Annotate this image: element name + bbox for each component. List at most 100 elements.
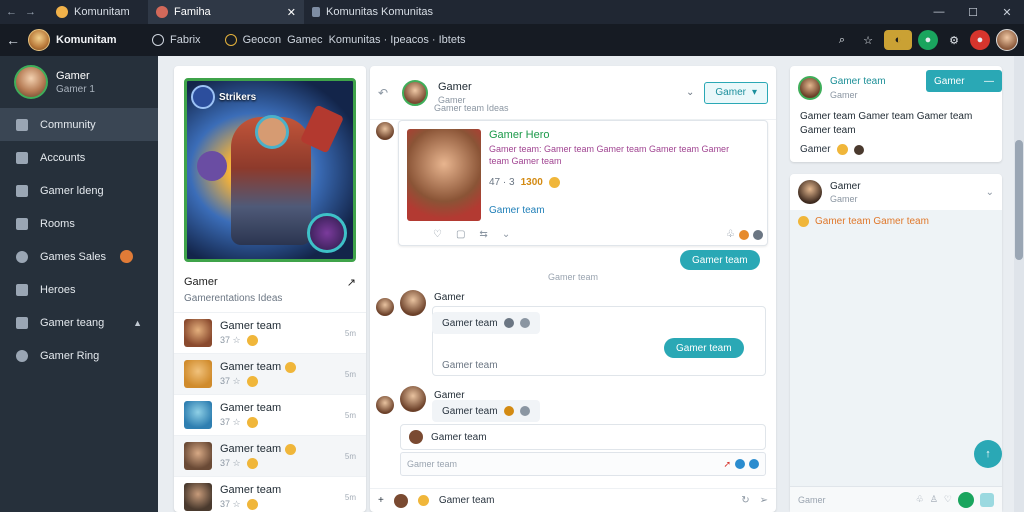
tab-famiha[interactable]: Famiha ✕	[148, 0, 304, 24]
camera-icon[interactable]	[980, 492, 994, 507]
scroll-up-button[interactable]: ↑	[974, 440, 1002, 468]
tab-komunitas[interactable]: Komunitas Komunitas	[304, 0, 474, 24]
sidebar-item-heroes[interactable]: Heroes	[0, 273, 158, 306]
toolbar-back-icon[interactable]: ←	[6, 32, 28, 48]
send-icon[interactable]: ➚	[723, 459, 731, 470]
sidebar-item-gamer[interactable]: Gamer teang ▲	[0, 306, 158, 339]
red-icon[interactable]: ●	[970, 30, 990, 50]
list-item-name: Gamer team	[220, 484, 282, 496]
reply-pill[interactable]: Gamer team	[664, 338, 744, 358]
sidebar-item-games[interactable]: Games Sales	[0, 240, 158, 273]
panel-subtitle: Gamerentations Ideas	[184, 293, 283, 304]
refresh-icon[interactable]: ↻	[741, 495, 749, 506]
comment-icon[interactable]: ▢	[456, 229, 465, 240]
tab-komunitam[interactable]: Komunitam	[48, 0, 148, 24]
avatar	[853, 144, 864, 155]
hero-image[interactable]: Strikers	[184, 78, 356, 262]
minimize-button[interactable]: —	[922, 6, 956, 18]
brand[interactable]: Komunitam	[28, 29, 152, 51]
thumbnail	[184, 442, 212, 470]
emblem-icon	[307, 213, 347, 253]
avatar[interactable]	[996, 29, 1018, 51]
reaction-icon[interactable]: ♧	[726, 229, 735, 240]
tab-close-icon[interactable]: ✕	[287, 6, 296, 19]
green-icon[interactable]: ●	[918, 30, 938, 50]
sidebar-item-rooms[interactable]: Rooms	[0, 207, 158, 240]
scrollbar-track[interactable]	[1014, 56, 1024, 512]
sticker-icon[interactable]: ◐	[884, 30, 912, 50]
chevron-down-icon: ▾	[751, 87, 757, 98]
chat-avatar[interactable]	[402, 79, 428, 106]
chat-header-button[interactable]: Gamer ▾	[704, 81, 768, 104]
list-item[interactable]: Gamer team 37 ☆ 5m	[174, 353, 366, 394]
list-item[interactable]: Gamer team 37 ☆ 5m	[174, 394, 366, 435]
forward-icon[interactable]: →	[25, 6, 36, 18]
info-card-button[interactable]: Gamer —	[926, 70, 1002, 92]
ring-icon	[16, 349, 28, 362]
heroes-icon	[16, 283, 28, 296]
info-card-footer: Gamer	[800, 144, 864, 155]
thumbs-icon[interactable]: ♙	[930, 494, 938, 505]
attach-icon[interactable]	[735, 459, 745, 469]
scrollbar-thumb[interactable]	[1015, 140, 1023, 260]
chevron-up-icon[interactable]: ▲	[133, 318, 142, 328]
message-input[interactable]: Gamer team ➚	[400, 452, 766, 476]
side-chat-header: Gamer Gamer ⌄	[790, 174, 1002, 210]
address-segment: Gamec	[287, 34, 323, 46]
sidebar-item-accounts[interactable]: Accounts	[0, 141, 158, 174]
emoji-icon	[519, 318, 530, 328]
emoji-picker-icon[interactable]	[749, 459, 759, 469]
like-icon[interactable]: ♡	[944, 494, 952, 505]
hero-badge-label: Strikers	[219, 91, 257, 103]
close-window-button[interactable]: ✕	[990, 6, 1024, 19]
chevron-down-icon[interactable]: ⌄	[986, 187, 994, 198]
profile-card[interactable]: Gamer Hero Gamer team: Gamer team Gamer …	[398, 120, 768, 246]
games-icon	[16, 250, 28, 263]
message-text: Gamer team	[442, 360, 498, 371]
list-item[interactable]: Gamer team 37 ☆ 5m	[174, 312, 366, 353]
sidebar-item-ring[interactable]: Gamer Ring	[0, 339, 158, 372]
reply-icon[interactable]: ↶	[378, 86, 392, 100]
avatar[interactable]	[376, 396, 394, 414]
card-link[interactable]: Gamer team	[489, 205, 545, 216]
community-icon	[16, 118, 28, 131]
chevron-down-icon[interactable]: ⌄	[686, 87, 694, 98]
back-icon[interactable]: ←	[6, 6, 17, 18]
sidebar-item-chat[interactable]: Gamer ldeng	[0, 174, 158, 207]
send-icon[interactable]	[958, 491, 974, 508]
expand-icon[interactable]: ↗	[347, 276, 356, 289]
toolbar-actions: ⌕ ☆ ◐ ● ⚙ ●	[832, 29, 1018, 51]
share-icon[interactable]: ⇆	[479, 229, 487, 240]
reaction-icon[interactable]: ♧	[916, 494, 924, 505]
address-segment: Fabrix	[170, 34, 201, 46]
reply-pill[interactable]: Gamer team	[680, 250, 760, 270]
address-bar[interactable]: Fabrix Geocon Gamec Komunitas · Ipeacos …	[152, 29, 832, 51]
gamer-icon	[16, 316, 28, 329]
list-item[interactable]: Gamer team 37 ☆ 5m	[174, 476, 366, 512]
more-icon: —	[984, 75, 994, 87]
profile[interactable]: Gamer Gamer 1	[0, 56, 158, 108]
like-icon[interactable]: ♡	[433, 229, 442, 240]
side-chat-input[interactable]: Gamer ♧ ♙ ♡	[790, 486, 1002, 512]
star-icon[interactable]: ☆	[858, 30, 878, 50]
chevron-down-icon[interactable]: ⌄	[502, 229, 510, 240]
accounts-icon	[16, 151, 28, 164]
gear-icon[interactable]: ⚙	[944, 30, 964, 50]
avatar[interactable]	[798, 76, 822, 100]
title-bar: ← → Komunitam Famiha ✕ Komunitas Komunit…	[0, 0, 1024, 24]
list-item[interactable]: Gamer team 37 ☆ 5m	[174, 435, 366, 476]
card-stats: 47 · 3 1300	[489, 177, 560, 188]
maximize-button[interactable]: ☐	[956, 6, 990, 19]
avatar[interactable]	[376, 298, 394, 316]
card-actions: ♡ ▢ ⇆ ⌄ ♧	[433, 229, 763, 240]
add-icon[interactable]: +	[378, 495, 384, 506]
avatar[interactable]	[798, 180, 822, 204]
message-avatar[interactable]	[400, 386, 426, 412]
sidebar-item-community[interactable]: Community	[0, 108, 158, 141]
send-icon[interactable]: ➢	[760, 495, 768, 506]
side-chat-line: Gamer team Gamer team	[798, 216, 929, 227]
thumbnail	[184, 360, 212, 388]
avatar[interactable]	[376, 122, 394, 140]
message-avatar[interactable]	[400, 290, 426, 316]
search-icon[interactable]: ⌕	[832, 30, 852, 50]
